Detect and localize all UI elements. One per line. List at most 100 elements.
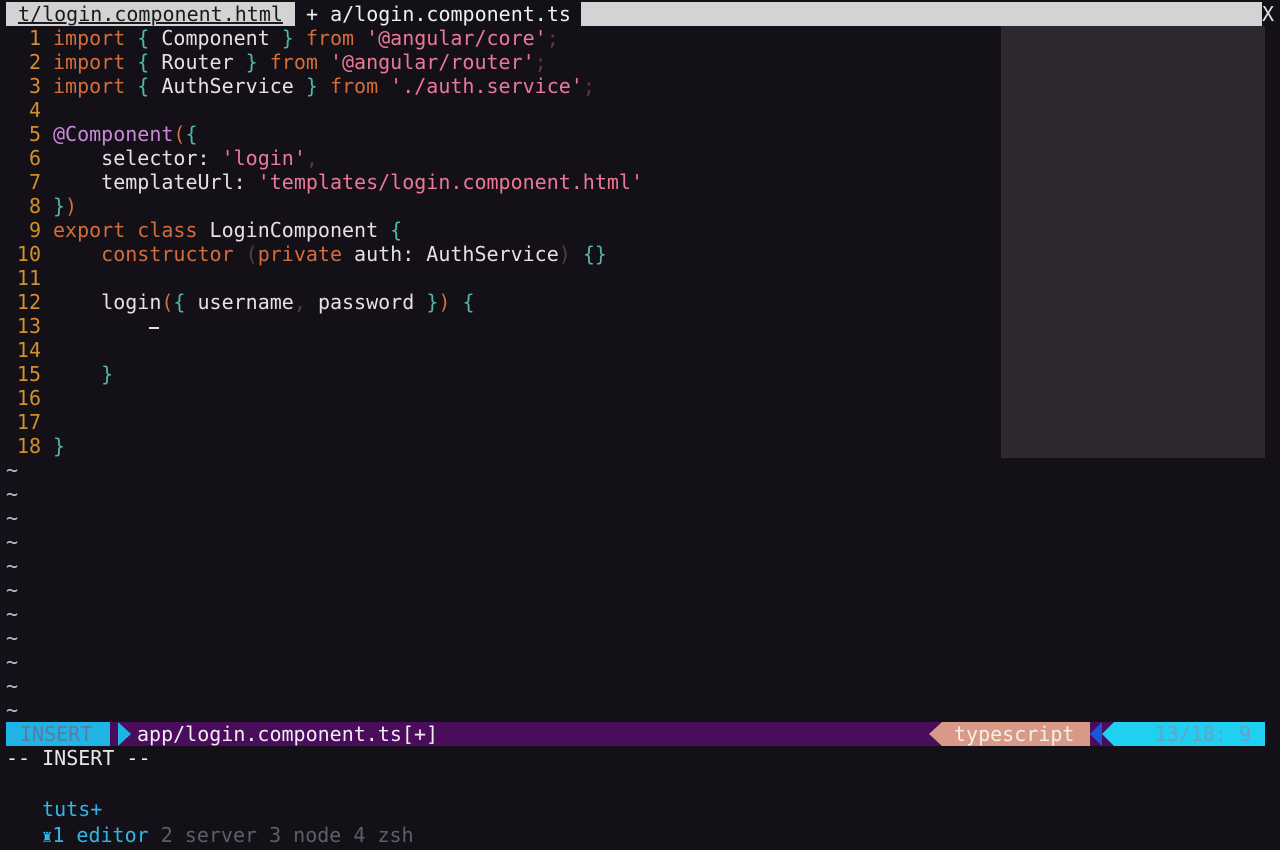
code-token: ,	[293, 290, 318, 314]
code-line[interactable]: 4	[0, 98, 643, 122]
empty-line-marker: ~	[6, 482, 19, 506]
code-line[interactable]: 10 constructor (private auth: AuthServic…	[0, 242, 643, 266]
tmux-session-name: tuts+	[42, 797, 103, 821]
empty-line-marker: ~	[6, 530, 19, 554]
code-line[interactable]: 18}	[0, 434, 643, 458]
code-token: )	[438, 290, 451, 314]
statusline: INSERT app/login.component.ts[+] typescr…	[6, 722, 1265, 746]
tab-login-component-html[interactable]: t/login.component.html	[6, 2, 295, 26]
empty-line-marker: ~	[6, 602, 19, 626]
tmux-window[interactable]: 4 zsh	[353, 823, 413, 847]
code-token: private	[257, 242, 355, 266]
code-line[interactable]: 8})	[0, 194, 643, 218]
empty-line-marker: ~	[6, 674, 19, 698]
code-token: }	[293, 74, 330, 98]
code-line[interactable]: 13	[0, 314, 643, 338]
empty-line-marker: ~	[6, 626, 19, 650]
code-token: {	[125, 26, 162, 50]
code-token: Component	[161, 26, 270, 50]
line-number: 12	[16, 290, 41, 314]
code-token: Router	[161, 50, 234, 74]
code-line[interactable]: 6 selector: 'login',	[0, 146, 643, 170]
code-token: @Component	[53, 122, 174, 146]
line-number: 13	[16, 314, 41, 338]
code-token: (	[245, 242, 258, 266]
code-editor[interactable]: 1 import { Component } from '@angular/cor…	[0, 26, 643, 458]
code-token: ;	[582, 74, 595, 98]
code-line[interactable]: 7 templateUrl: 'templates/login.componen…	[0, 170, 643, 194]
line-number: 18	[16, 434, 41, 458]
code-token: )	[558, 242, 571, 266]
code-token: from	[329, 74, 379, 98]
code-token: templateUrl:	[53, 170, 258, 194]
code-token: {	[450, 290, 475, 314]
tmux-window[interactable]: 2 server	[161, 823, 257, 847]
code-line[interactable]: 1 import { Component } from '@angular/cor…	[0, 26, 643, 50]
code-line[interactable]: 12 login({ username, password }) {	[0, 290, 643, 314]
code-token: from	[305, 26, 355, 50]
code-token: {	[125, 74, 162, 98]
code-token: './auth.service'	[390, 74, 583, 98]
line-number: 8	[28, 194, 41, 218]
tab-login-component-ts[interactable]: + a/login.component.ts	[296, 2, 581, 26]
code-token: {	[390, 218, 403, 242]
tabline-fill	[581, 2, 1262, 26]
line-number: 15	[16, 362, 41, 386]
tmux-window-list: 1 editor 2 server 3 node 4 zsh	[52, 823, 413, 847]
code-line[interactable]: 11	[0, 266, 643, 290]
code-token: ;	[534, 50, 547, 74]
tmux-statusbar: tuts+ ♜1 editor 2 server 3 node 4 zsh	[18, 770, 414, 847]
tmux-window[interactable]: 1 editor	[52, 823, 148, 847]
line-number: 17	[16, 410, 41, 434]
code-token: username	[197, 290, 294, 314]
code-line[interactable]: 2 import { Router } from '@angular/router…	[0, 50, 643, 74]
tmux-window[interactable]: 3 node	[269, 823, 341, 847]
code-token: LoginComponent	[209, 218, 391, 242]
empty-line-marker: ~	[6, 506, 19, 530]
line-number: 1	[28, 26, 41, 50]
code-token: )	[65, 194, 78, 218]
code-token: constructor	[101, 242, 246, 266]
code-token: export class	[53, 218, 210, 242]
empty-line-marker: ~	[6, 458, 19, 482]
code-line[interactable]: 3 import { AuthService } from './auth.ser…	[0, 74, 643, 98]
line-number: 14	[16, 338, 41, 362]
code-token: }	[53, 434, 66, 458]
line-number: 10	[16, 242, 41, 266]
mode-indicator: INSERT	[6, 722, 111, 746]
line-number: 16	[16, 386, 41, 410]
position-separator-outer	[1090, 722, 1102, 746]
code-token: password	[317, 290, 427, 314]
side-panel	[1001, 26, 1265, 458]
close-tab-button[interactable]: X	[1258, 2, 1278, 26]
code-token: {	[125, 50, 162, 74]
code-line[interactable]: 5 @Component({	[0, 122, 643, 146]
statusline-position: 13/18: 9	[1114, 722, 1265, 746]
code-token: (	[173, 122, 186, 146]
code-token: ,	[305, 146, 318, 170]
code-token: {	[173, 290, 198, 314]
code-line[interactable]: 17	[0, 410, 643, 434]
code-line[interactable]: 9 export class LoginComponent {	[0, 218, 643, 242]
filetype-separator	[929, 722, 942, 746]
code-line[interactable]: 15 }	[0, 362, 643, 386]
empty-line-marker: ~	[6, 698, 19, 722]
line-number: 5	[28, 122, 41, 146]
code-token: }	[269, 26, 306, 50]
code-token: import	[53, 50, 126, 74]
code-token: {}	[570, 242, 607, 266]
line-number: 7	[28, 170, 41, 194]
code-token: }	[233, 50, 270, 74]
code-line[interactable]: 16	[0, 386, 643, 410]
position-separator	[1102, 722, 1114, 746]
statusline-filetype: typescript	[942, 722, 1090, 746]
line-number: 4	[28, 98, 41, 122]
command-line[interactable]: -- INSERT --	[6, 746, 151, 770]
code-line[interactable]: 14	[0, 338, 643, 362]
empty-line-marker: ~	[6, 650, 19, 674]
rook-icon: ♜	[42, 827, 53, 847]
